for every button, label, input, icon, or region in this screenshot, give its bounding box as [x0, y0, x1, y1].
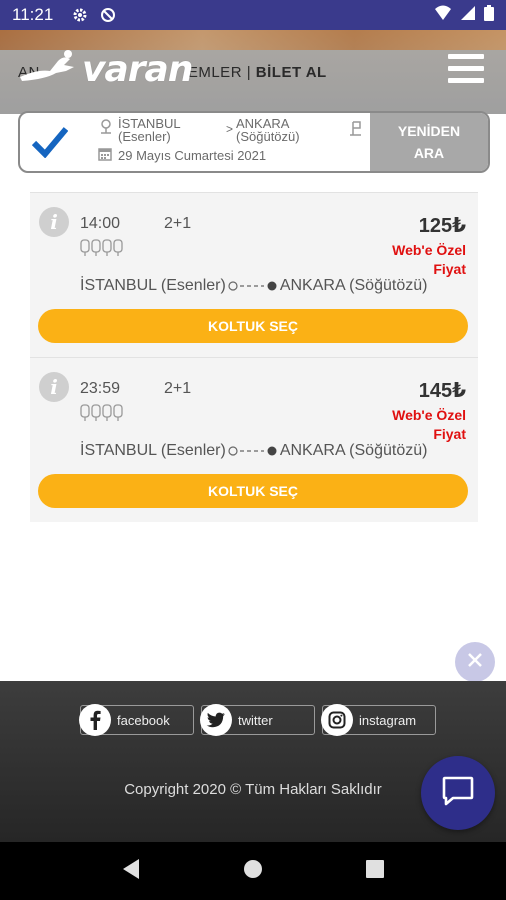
route-line-icon	[228, 445, 278, 457]
logo-text: varan	[82, 48, 193, 90]
info-icon[interactable]: i	[39, 207, 69, 237]
nav-islemler[interactable]: EMLER	[188, 64, 242, 81]
destination-flag-icon	[350, 121, 362, 140]
calendar-icon	[98, 147, 112, 164]
chat-bubble-icon	[441, 775, 475, 812]
varan-logo[interactable]: varan	[18, 48, 193, 90]
back-icon[interactable]	[121, 858, 141, 885]
twitter-icon	[200, 704, 232, 736]
search-from-station: (Esenler)	[118, 129, 171, 144]
search-route-info: İSTANBUL (Esenler) > ANKARA (Söğütözü) 2…	[80, 113, 370, 171]
recents-icon[interactable]	[365, 859, 385, 884]
facebook-link[interactable]: facebook	[79, 704, 194, 736]
wifi-icon	[434, 5, 452, 26]
trip-seat-layout: 2+1	[164, 215, 192, 232]
twitter-link[interactable]: twitter	[200, 704, 315, 736]
web-special-price-label: Web'e Özel Fiyat	[392, 241, 466, 279]
search-to-station: (Söğütözü)	[236, 129, 300, 144]
data-saver-icon	[99, 6, 117, 24]
amenity-icon	[80, 404, 123, 421]
info-icon[interactable]: i	[39, 372, 69, 402]
search-from: İSTANBUL (Esenler)	[118, 117, 181, 143]
nav-separator: |	[246, 64, 252, 81]
trip-to: ANKARA (Söğütözü)	[279, 442, 428, 459]
status-bar: 11:21	[0, 0, 506, 30]
status-time: 11:21	[12, 5, 54, 24]
home-icon[interactable]	[242, 858, 264, 885]
route-line-icon	[228, 280, 278, 292]
instagram-icon	[321, 704, 353, 736]
amenity-icons	[80, 239, 124, 257]
nav-bilet-al[interactable]: BİLET AL	[256, 64, 327, 81]
twitter-label: twitter	[238, 712, 273, 728]
hamburger-menu-icon[interactable]	[448, 54, 484, 86]
facebook-label: facebook	[117, 712, 170, 728]
running-figure-icon	[18, 49, 78, 90]
search-date: 29 Mayıs Cumartesi 2021	[118, 148, 267, 163]
settings-gear-icon	[71, 6, 89, 24]
search-again-button[interactable]: YENİDEN ARA	[370, 113, 488, 171]
trip-price: 145₺	[418, 380, 466, 402]
trip-departure-time: 23:59	[80, 380, 121, 397]
trip-to: ANKARA (Söğütözü)	[279, 277, 428, 294]
search-to: ANKARA (Söğütözü)	[236, 117, 300, 143]
app-header: AN EMLER | BİLET AL varan	[0, 30, 506, 114]
search-again-line1: YENİDEN	[397, 123, 461, 139]
trip-from: İSTANBUL (Esenler)	[80, 442, 226, 459]
instagram-link[interactable]: instagram	[321, 704, 436, 736]
route-arrow: >	[226, 122, 234, 136]
checkmark-icon	[20, 113, 80, 171]
web-label-line1: Web'e Özel	[392, 242, 466, 258]
amenity-icons	[80, 404, 124, 422]
chat-button[interactable]	[421, 756, 495, 830]
trip-departure-time: 14:00	[80, 215, 121, 232]
web-special-price-label: Web'e Özel Fiyat	[392, 406, 466, 444]
origin-pin-icon	[100, 119, 112, 138]
trip-card: i 14:00 2+1 125₺ Web'e Özel Fiyat İSTANB…	[30, 192, 478, 357]
close-chat-button[interactable]	[455, 642, 495, 682]
battery-icon	[484, 4, 494, 26]
trip-price: 125₺	[418, 215, 466, 237]
signal-icon	[460, 5, 476, 26]
close-icon	[467, 652, 483, 673]
facebook-icon	[79, 704, 111, 736]
trip-from: İSTANBUL (Esenler)	[80, 277, 226, 294]
trip-seat-layout: 2+1	[164, 380, 192, 397]
trip-route: İSTANBUL (Esenler) ANKARA (Söğütözü)	[80, 442, 427, 460]
trip-card: i 23:59 2+1 145₺ Web'e Özel Fiyat İSTANB…	[30, 357, 478, 522]
amenity-icon	[80, 239, 123, 256]
select-seat-button[interactable]: KOLTUK SEÇ	[38, 474, 468, 508]
header-image-band	[0, 30, 506, 50]
select-seat-button[interactable]: KOLTUK SEÇ	[38, 309, 468, 343]
web-label-line1: Web'e Özel	[392, 407, 466, 423]
instagram-label: instagram	[359, 712, 417, 728]
system-nav-bar	[0, 842, 506, 900]
trip-route: İSTANBUL (Esenler) ANKARA (Söğütözü)	[80, 277, 427, 295]
search-summary-card: İSTANBUL (Esenler) > ANKARA (Söğütözü) 2…	[18, 111, 490, 173]
search-again-line2: ARA	[413, 145, 445, 161]
